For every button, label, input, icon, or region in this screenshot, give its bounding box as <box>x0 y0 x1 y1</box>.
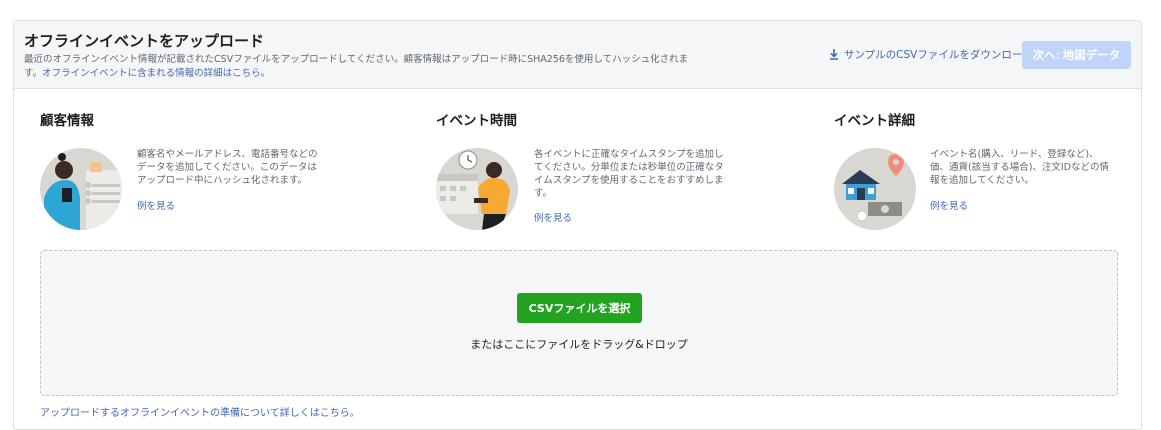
event-time-illustration-icon <box>436 148 518 230</box>
drop-instructions: またはここにファイルをドラッグ&ドロップ <box>470 338 688 351</box>
file-dropzone[interactable]: CSVファイルを選択 またはここにファイルをドラッグ&ドロップ <box>40 250 1118 396</box>
download-sample-link[interactable]: サンプルのCSVファイルをダウンロード <box>829 47 1033 62</box>
event-details-title: イベント詳細 <box>834 113 915 129</box>
select-csv-button[interactable]: CSVファイルを選択 <box>517 293 642 323</box>
page-title: オフラインイベントをアップロード <box>24 32 265 50</box>
next-button[interactable]: 次へ: 地図データ <box>1022 41 1131 69</box>
event-time-text: 各イベントに正確なタイムスタンプを追加してください。分単位または秒単位の正確なタ… <box>534 149 724 199</box>
download-sample-label: サンプルのCSVファイルをダウンロード <box>844 49 1033 61</box>
customer-info-example-link[interactable]: 例を見る <box>137 198 175 212</box>
customer-info-text: 顧客名やメールアドレス、電話番号などのデータを追加してください。このデータはアッ… <box>137 149 318 186</box>
details-link[interactable]: オフラインイベントに含まれる情報の詳細はこちら。 <box>42 68 270 79</box>
event-details-illustration-icon <box>834 148 916 230</box>
customer-info-title: 顧客情報 <box>40 113 94 129</box>
event-time-title: イベント時間 <box>436 113 517 129</box>
upload-panel: オフラインイベントをアップロード 最近のオフラインイベント情報が記載されたCSV… <box>13 20 1142 430</box>
header-description: 最近のオフラインイベント情報が記載されたCSVファイルをアップロードしてください… <box>24 53 704 81</box>
event-details-example-link[interactable]: 例を見る <box>930 198 968 212</box>
event-time-example-link[interactable]: 例を見る <box>534 210 572 224</box>
customer-info-illustration-icon <box>40 148 122 230</box>
prepare-events-help-link[interactable]: アップロードするオフラインイベントの準備について詳しくはこちら。 <box>40 404 360 419</box>
event-details-text: イベント名(購入、リード、登録など)、価、通貨(該当する場合)、注文IDなどの情… <box>930 149 1110 186</box>
panel-header: オフラインイベントをアップロード 最近のオフラインイベント情報が記載されたCSV… <box>14 21 1141 89</box>
download-icon <box>830 49 838 60</box>
